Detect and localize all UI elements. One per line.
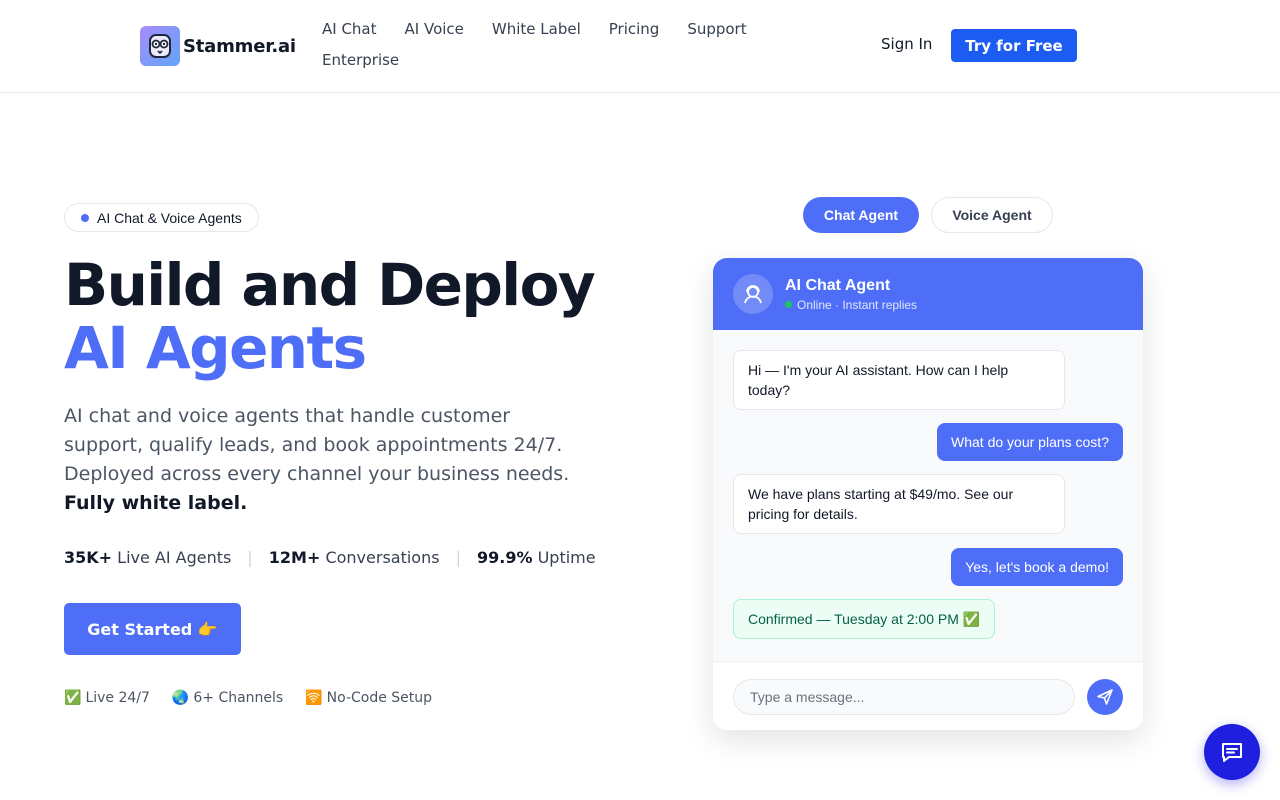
sign-in-link[interactable]: Sign In bbox=[881, 35, 932, 53]
hero-title-line1: Build and Deploy bbox=[64, 251, 596, 319]
wifi-icon: 🛜 bbox=[305, 690, 323, 706]
chat-composer bbox=[713, 661, 1143, 730]
owl-logo-icon bbox=[140, 26, 180, 66]
feature-label: 6+ Channels bbox=[193, 690, 284, 706]
nav-ai-voice[interactable]: AI Voice bbox=[405, 19, 464, 39]
feature-label: Live 24/7 bbox=[85, 690, 150, 706]
hero-description-text: AI chat and voice agents that handle cus… bbox=[64, 405, 570, 485]
online-status-icon bbox=[785, 301, 792, 308]
hero-badge: AI Chat & Voice Agents bbox=[64, 203, 259, 232]
chat-bubble-icon bbox=[1222, 743, 1242, 762]
site-header: Stammer.ai AI Chat AI Voice White Label … bbox=[0, 0, 1280, 93]
main-nav: AI Chat AI Voice White Label Pricing Sup… bbox=[322, 19, 762, 70]
feature-list: ✅ Live 24/7 🌏 6+ Channels 🛜 No-Code Setu… bbox=[64, 690, 432, 706]
tab-voice-agent[interactable]: Voice Agent bbox=[931, 197, 1053, 233]
stat-divider: | bbox=[247, 548, 253, 567]
hero-stats: 35K+ Live AI Agents | 12M+ Conversations… bbox=[64, 548, 596, 567]
send-icon bbox=[1097, 689, 1113, 705]
feature-live: ✅ Live 24/7 bbox=[64, 690, 150, 706]
feature-no-code: 🛜 No-Code Setup bbox=[305, 690, 432, 706]
chat-launcher-button[interactable] bbox=[1204, 724, 1260, 780]
nav-white-label[interactable]: White Label bbox=[492, 19, 581, 39]
badge-label: AI Chat & Voice Agents bbox=[97, 209, 242, 226]
hero-title: Build and Deploy AI Agents bbox=[64, 251, 596, 382]
chat-title: AI Chat Agent bbox=[785, 276, 891, 294]
user-message: What do your plans cost? bbox=[937, 423, 1123, 461]
stat-divider: | bbox=[455, 548, 461, 567]
user-message: Yes, let's book a demo! bbox=[951, 548, 1123, 586]
chat-status-text: Online · Instant replies bbox=[797, 297, 918, 312]
hero-title-line2: AI Agents bbox=[64, 314, 367, 382]
globe-icon: 🌏 bbox=[171, 690, 190, 706]
nav-ai-chat[interactable]: AI Chat bbox=[322, 19, 377, 39]
brand-name: Stammer.ai bbox=[183, 35, 296, 57]
bot-message: Hi — I'm your AI assistant. How can I he… bbox=[733, 350, 1065, 410]
badge-dot-icon bbox=[81, 213, 89, 222]
bot-message: We have plans starting at $49/mo. See ou… bbox=[733, 474, 1065, 534]
stat-uptime: 99.9% Uptime bbox=[477, 548, 596, 567]
stat-conversations-label: Conversations bbox=[325, 548, 440, 567]
tab-chat-agent[interactable]: Chat Agent bbox=[803, 197, 919, 233]
stat-uptime-label: Uptime bbox=[537, 548, 596, 567]
stat-conversations-value: 12M+ bbox=[268, 548, 321, 567]
hero-description-bold: Fully white label. bbox=[64, 492, 248, 514]
feature-channels: 🌏 6+ Channels bbox=[172, 690, 283, 706]
brand-logo[interactable]: Stammer.ai bbox=[140, 26, 296, 66]
nav-pricing[interactable]: Pricing bbox=[609, 19, 660, 39]
feature-label: No-Code Setup bbox=[326, 690, 433, 706]
stat-agents: 35K+ Live AI Agents bbox=[64, 548, 231, 567]
send-button[interactable] bbox=[1087, 679, 1123, 715]
confirmation-message: Confirmed — Tuesday at 2:00 PM ✅ bbox=[733, 599, 996, 639]
stat-uptime-value: 99.9% bbox=[476, 548, 533, 567]
chat-header: AI Chat Agent Online · Instant replies bbox=[713, 258, 1143, 330]
chat-status: Online · Instant replies bbox=[785, 298, 917, 312]
chat-demo-widget: AI Chat Agent Online · Instant replies H… bbox=[713, 258, 1143, 730]
check-icon: ✅ bbox=[64, 690, 82, 706]
nav-support[interactable]: Support bbox=[687, 19, 746, 39]
stat-agents-label: Live AI Agents bbox=[117, 548, 232, 567]
hero-description: AI chat and voice agents that handle cus… bbox=[64, 402, 574, 518]
stat-conversations: 12M+ Conversations bbox=[269, 548, 440, 567]
chat-header-text: AI Chat Agent Online · Instant replies bbox=[785, 277, 917, 312]
stat-agents-value: 35K+ bbox=[64, 548, 113, 567]
bot-avatar-icon bbox=[733, 274, 773, 314]
try-for-free-button[interactable]: Try for Free bbox=[951, 29, 1077, 62]
get-started-button[interactable]: Get Started 👉 bbox=[64, 603, 241, 655]
message-input[interactable] bbox=[733, 679, 1075, 715]
nav-enterprise[interactable]: Enterprise bbox=[322, 50, 399, 70]
